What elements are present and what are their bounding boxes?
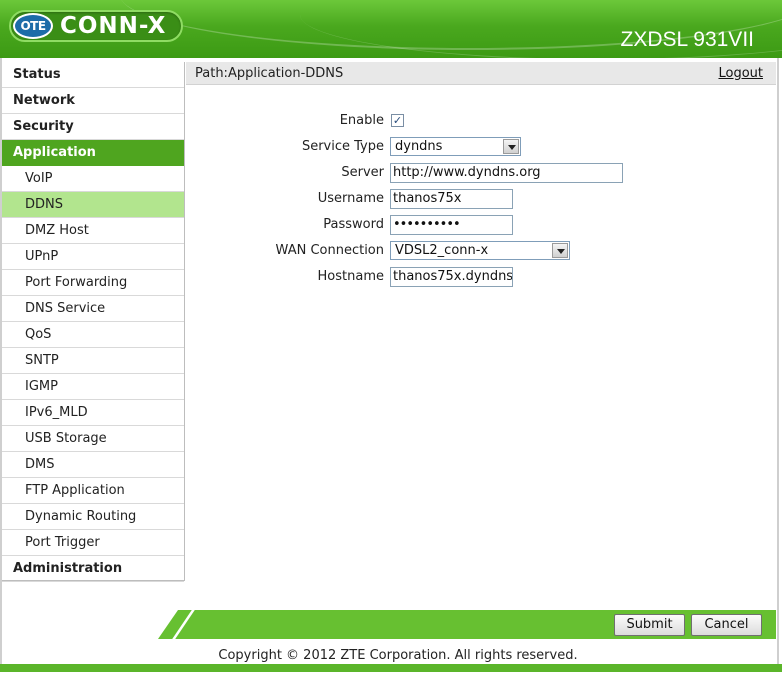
sidebar-item-qos[interactable]: QoS — [2, 322, 184, 348]
sidebar-nav: Status Network Security Application VoIP DDNS… — [2, 62, 185, 582]
service-type-select[interactable]: dyndns — [390, 137, 521, 156]
username-input[interactable]: thanos75x — [390, 189, 513, 209]
submit-button[interactable]: Submit — [614, 614, 685, 636]
sidebar-item-usb-storage[interactable]: USB Storage — [2, 426, 184, 452]
sidebar-item-security[interactable]: Security — [2, 114, 184, 140]
sidebar-item-dmz-host[interactable]: DMZ Host — [2, 218, 184, 244]
enable-checkbox[interactable]: ✓ — [391, 114, 404, 127]
sidebar-item-application[interactable]: Application — [2, 140, 184, 166]
conn-x-logo-text: CONN-X — [60, 13, 167, 39]
sidebar-item-status[interactable]: Status — [2, 62, 184, 88]
sidebar-item-port-trigger[interactable]: Port Trigger — [2, 530, 184, 556]
cancel-button[interactable]: Cancel — [691, 614, 762, 636]
copyright-text: Copyright © 2012 ZTE Corporation. All ri… — [218, 648, 578, 663]
sidebar-item-ipv6-mld[interactable]: IPv6_MLD — [2, 400, 184, 426]
sidebar-item-igmp[interactable]: IGMP — [2, 374, 184, 400]
server-label: Server — [341, 165, 384, 180]
service-type-value: dyndns — [395, 139, 443, 154]
breadcrumb: Path:Application-DDNS — [195, 66, 344, 81]
chevron-down-icon[interactable] — [503, 139, 519, 154]
hostname-input[interactable]: thanos75x.dyndns. — [390, 267, 513, 287]
chevron-down-icon[interactable] — [552, 243, 568, 258]
logout-link[interactable]: Logout — [718, 65, 763, 82]
checkmark-icon: ✓ — [392, 114, 403, 127]
wan-connection-select[interactable]: VDSL2_conn-x — [390, 241, 570, 260]
sidebar-item-upnp[interactable]: UPnP — [2, 244, 184, 270]
sidebar-item-dynamic-routing[interactable]: Dynamic Routing — [2, 504, 184, 530]
sidebar-item-sntp[interactable]: SNTP — [2, 348, 184, 374]
sidebar-item-port-forwarding[interactable]: Port Forwarding — [2, 270, 184, 296]
password-label: Password — [323, 217, 384, 232]
enable-label: Enable — [339, 113, 384, 128]
bottom-green-strip — [0, 664, 782, 672]
sidebar-item-ddns[interactable]: DDNS — [2, 192, 184, 218]
sidebar-item-ftp-application[interactable]: FTP Application — [2, 478, 184, 504]
sidebar-item-network[interactable]: Network — [2, 88, 184, 114]
wan-connection-value: VDSL2_conn-x — [395, 243, 489, 258]
path-bar: Path:Application-DDNS Logout — [186, 62, 776, 85]
header-banner: OTE CONN-X ZXDSL 931VII — [0, 0, 782, 58]
wan-connection-label: WAN Connection — [275, 243, 384, 258]
username-label: Username — [317, 191, 384, 206]
server-input[interactable]: http://www.dyndns.org — [390, 163, 623, 183]
ote-logo-badge: OTE — [13, 13, 53, 39]
sidebar-item-dns-service[interactable]: DNS Service — [2, 296, 184, 322]
service-type-label: Service Type — [301, 139, 384, 154]
device-model: ZXDSL 931VII — [620, 28, 754, 51]
sidebar-item-administration[interactable]: Administration — [2, 556, 184, 582]
sidebar-item-dms[interactable]: DMS — [2, 452, 184, 478]
hostname-label: Hostname — [317, 269, 384, 284]
sidebar-item-voip[interactable]: VoIP — [2, 166, 184, 192]
frame-border-right — [777, 58, 779, 670]
password-input[interactable]: •••••••••• — [390, 215, 513, 235]
